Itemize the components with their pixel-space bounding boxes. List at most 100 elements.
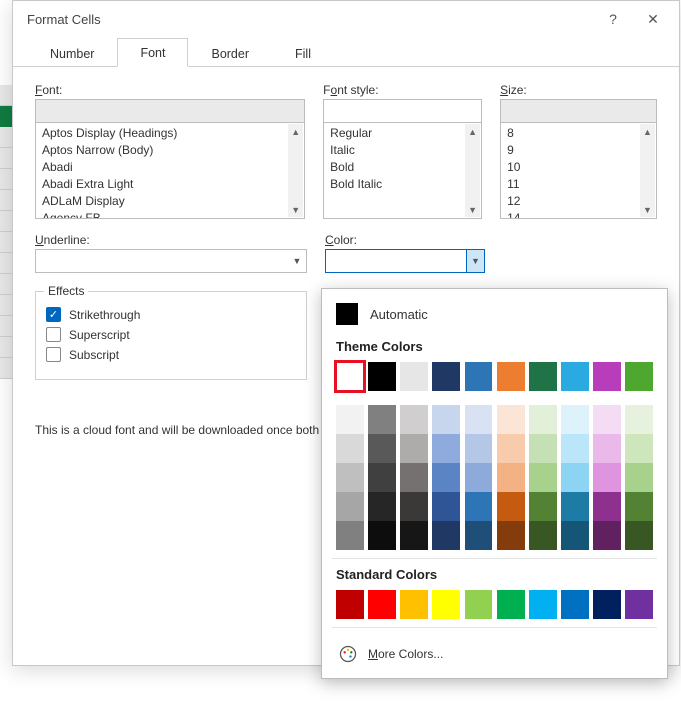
color-swatch[interactable] (432, 405, 460, 434)
color-swatch[interactable] (625, 362, 653, 391)
color-swatch[interactable] (529, 492, 557, 521)
list-item[interactable]: Aptos Narrow (Body) (42, 142, 288, 159)
color-swatch[interactable] (432, 590, 460, 619)
subscript-checkbox[interactable]: Subscript (46, 347, 296, 362)
color-swatch[interactable] (625, 492, 653, 521)
list-item[interactable]: 14 (507, 210, 640, 219)
color-swatch[interactable] (593, 434, 621, 463)
tab-number[interactable]: Number (27, 39, 117, 67)
color-swatch[interactable] (465, 362, 493, 391)
color-swatch[interactable] (497, 521, 525, 550)
list-item[interactable]: Regular (330, 125, 465, 142)
color-swatch[interactable] (336, 434, 364, 463)
color-swatch[interactable] (465, 521, 493, 550)
list-item[interactable]: 8 (507, 125, 640, 142)
chevron-down-icon[interactable]: ▼ (466, 250, 484, 272)
scroll-up-icon[interactable]: ▲ (465, 124, 480, 139)
color-swatch[interactable] (497, 492, 525, 521)
scrollbar[interactable]: ▲ ▼ (465, 124, 480, 217)
font-style-input[interactable] (323, 99, 482, 123)
list-item[interactable]: 11 (507, 176, 640, 193)
underline-combo[interactable]: ▼ (35, 249, 307, 273)
color-swatch[interactable] (497, 405, 525, 434)
list-item[interactable]: Bold (330, 159, 465, 176)
color-swatch[interactable] (497, 463, 525, 492)
color-swatch[interactable] (400, 521, 428, 550)
size-listbox[interactable]: 8 9 10 11 12 14 ▲ ▼ (500, 123, 657, 219)
color-swatch[interactable] (561, 405, 589, 434)
color-swatch[interactable] (368, 590, 396, 619)
automatic-color-button[interactable]: Automatic (332, 297, 657, 335)
color-swatch[interactable] (561, 492, 589, 521)
color-swatch[interactable] (465, 434, 493, 463)
color-swatch[interactable] (432, 492, 460, 521)
scroll-down-icon[interactable]: ▼ (640, 202, 655, 217)
color-swatch[interactable] (497, 434, 525, 463)
scrollbar[interactable]: ▲ ▼ (288, 124, 303, 217)
color-swatch[interactable] (400, 463, 428, 492)
color-swatch[interactable] (400, 590, 428, 619)
color-swatch[interactable] (561, 590, 589, 619)
list-item[interactable]: 12 (507, 193, 640, 210)
color-swatch[interactable] (593, 463, 621, 492)
tab-fill[interactable]: Fill (272, 39, 334, 67)
color-swatch[interactable] (465, 405, 493, 434)
color-swatch[interactable] (368, 362, 396, 391)
close-button[interactable]: ✕ (633, 3, 673, 35)
tab-font[interactable]: Font (117, 38, 188, 67)
color-swatch[interactable] (368, 405, 396, 434)
color-swatch[interactable] (497, 590, 525, 619)
color-swatch[interactable] (336, 362, 364, 391)
color-swatch[interactable] (432, 362, 460, 391)
list-item[interactable]: Abadi Extra Light (42, 176, 288, 193)
color-swatch[interactable] (625, 405, 653, 434)
color-swatch[interactable] (497, 362, 525, 391)
list-item[interactable]: Abadi (42, 159, 288, 176)
color-swatch[interactable] (593, 521, 621, 550)
color-swatch[interactable] (432, 463, 460, 492)
color-swatch[interactable] (465, 590, 493, 619)
color-swatch[interactable] (529, 590, 557, 619)
color-swatch[interactable] (529, 405, 557, 434)
color-swatch[interactable] (368, 463, 396, 492)
color-swatch[interactable] (336, 405, 364, 434)
list-item[interactable]: Aptos Display (Headings) (42, 125, 288, 142)
font-input[interactable] (35, 99, 305, 123)
color-swatch[interactable] (593, 362, 621, 391)
color-swatch[interactable] (561, 521, 589, 550)
color-swatch[interactable] (432, 521, 460, 550)
help-button[interactable]: ? (593, 3, 633, 35)
color-swatch[interactable] (368, 492, 396, 521)
tab-border[interactable]: Border (188, 39, 272, 67)
list-item[interactable]: Agency FB (42, 210, 288, 219)
color-swatch[interactable] (400, 362, 428, 391)
color-combo[interactable]: ▼ (325, 249, 485, 273)
font-listbox[interactable]: Aptos Display (Headings) Aptos Narrow (B… (35, 123, 305, 219)
chevron-down-icon[interactable]: ▼ (288, 250, 306, 272)
color-swatch[interactable] (336, 521, 364, 550)
color-swatch[interactable] (593, 405, 621, 434)
color-swatch[interactable] (400, 405, 428, 434)
more-colors-button[interactable]: More Colors... (332, 634, 657, 672)
superscript-checkbox[interactable]: Superscript (46, 327, 296, 342)
scroll-down-icon[interactable]: ▼ (465, 202, 480, 217)
color-swatch[interactable] (561, 463, 589, 492)
scroll-up-icon[interactable]: ▲ (288, 124, 303, 139)
color-swatch[interactable] (529, 463, 557, 492)
scroll-down-icon[interactable]: ▼ (288, 202, 303, 217)
scroll-up-icon[interactable]: ▲ (640, 124, 655, 139)
color-swatch[interactable] (593, 590, 621, 619)
color-swatch[interactable] (465, 463, 493, 492)
list-item[interactable]: Bold Italic (330, 176, 465, 193)
color-swatch[interactable] (625, 434, 653, 463)
color-swatch[interactable] (336, 590, 364, 619)
size-input[interactable] (500, 99, 657, 123)
scrollbar[interactable]: ▲ ▼ (640, 124, 655, 217)
color-swatch[interactable] (529, 362, 557, 391)
color-swatch[interactable] (561, 362, 589, 391)
color-swatch[interactable] (336, 492, 364, 521)
color-swatch[interactable] (625, 521, 653, 550)
color-swatch[interactable] (368, 521, 396, 550)
color-swatch[interactable] (561, 434, 589, 463)
color-swatch[interactable] (400, 434, 428, 463)
